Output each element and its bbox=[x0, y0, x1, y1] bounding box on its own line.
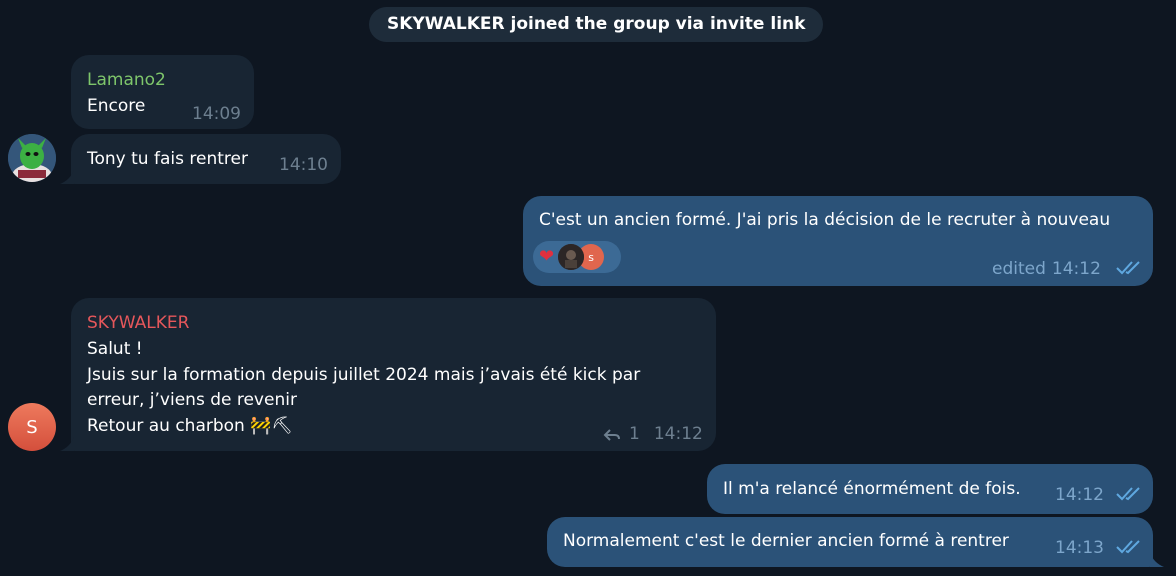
message-text: C'est un ancien formé. J'ai pris la déci… bbox=[539, 210, 1111, 230]
avatar-image bbox=[8, 134, 56, 182]
sender-name[interactable]: SKYWALKER bbox=[87, 311, 189, 336]
message-line: erreur, j’viens de revenir bbox=[87, 390, 297, 410]
message-text: Normalement c'est le dernier ancien form… bbox=[563, 531, 1009, 551]
message-time: 14:10 bbox=[279, 155, 328, 175]
message-bubble[interactable]: Normalement c'est le dernier ancien form… bbox=[547, 517, 1153, 567]
message-text: Il m'a relancé énormément de fois. bbox=[723, 479, 1021, 499]
reactions-bar[interactable]: ❤ s bbox=[533, 241, 621, 273]
message-time: 14:13 bbox=[1055, 538, 1104, 558]
message-text: Tony tu fais rentrer bbox=[87, 149, 248, 169]
message-bubble[interactable]: SKYWALKER Salut ! Jsuis sur la formation… bbox=[71, 298, 716, 451]
bubble-tail bbox=[60, 170, 74, 184]
message-bubble[interactable]: Tony tu fais rentrer 14:10 bbox=[71, 134, 341, 184]
message-bubble[interactable]: Lamano2 Encore 14:09 bbox=[71, 55, 254, 129]
message-line: Retour au charbon 🚧⛏ bbox=[87, 416, 293, 436]
double-check-icon bbox=[1116, 487, 1140, 501]
message-time: 14:12 bbox=[1055, 485, 1104, 505]
edited-label: edited bbox=[992, 259, 1046, 279]
reply-arrow-icon bbox=[603, 428, 620, 441]
message-line: Salut ! bbox=[87, 339, 143, 359]
reaction-avatar bbox=[558, 244, 585, 270]
double-check-icon bbox=[1116, 540, 1140, 554]
bubble-tail bbox=[1150, 553, 1164, 567]
heart-reaction-icon[interactable]: ❤ bbox=[539, 248, 554, 266]
reply-count: 1 bbox=[629, 424, 640, 444]
service-message: SKYWALKER joined the group via invite li… bbox=[369, 7, 824, 42]
avatar-letter: S bbox=[26, 416, 38, 438]
message-time: 14:09 bbox=[192, 104, 241, 124]
avatar[interactable]: S bbox=[8, 403, 56, 451]
sender-name[interactable]: Lamano2 bbox=[87, 68, 166, 93]
replies-indicator[interactable]: 1 14:12 bbox=[603, 422, 703, 447]
bubble-tail bbox=[60, 437, 74, 451]
double-check-icon bbox=[1116, 261, 1140, 275]
message-bubble[interactable]: Il m'a relancé énormément de fois. 14:12 bbox=[707, 464, 1153, 514]
avatar[interactable] bbox=[8, 134, 56, 182]
message-line: Jsuis sur la formation depuis juillet 20… bbox=[87, 365, 641, 385]
time-value: 14:12 bbox=[1051, 259, 1101, 279]
message-text: Encore bbox=[87, 96, 146, 116]
chat-area: SKYWALKER joined the group via invite li… bbox=[0, 0, 1176, 576]
message-time: edited 14:12 bbox=[992, 257, 1101, 282]
message-time: 14:12 bbox=[653, 424, 703, 444]
message-bubble[interactable]: C'est un ancien formé. J'ai pris la déci… bbox=[523, 196, 1153, 286]
